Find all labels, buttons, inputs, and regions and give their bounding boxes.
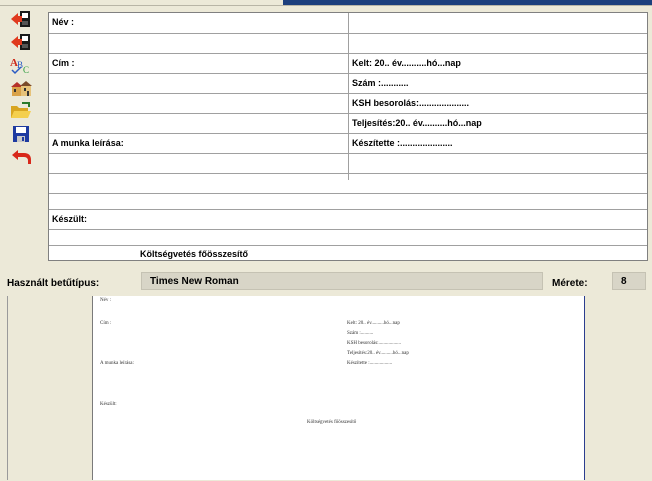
open-folder-icon: [11, 102, 31, 118]
keszult-label: Készült:: [52, 214, 88, 224]
munka-leirasa-label: A munka leírása:: [52, 138, 124, 148]
font-size-field[interactable]: 8: [612, 272, 646, 290]
save-button[interactable]: [6, 123, 36, 145]
form-row-keszult: Készült:: [49, 210, 647, 230]
szam-field[interactable]: Szám :...........: [349, 74, 409, 93]
preview-keszitette: Készítette :..................: [347, 361, 393, 366]
spellcheck-button[interactable]: A B C: [6, 54, 36, 76]
keszitette-field[interactable]: Készítette :.....................: [349, 134, 453, 153]
column-divider: [348, 13, 349, 180]
preview-page: Név : Cím : Kelt: 20.. év..........hó...…: [92, 296, 585, 480]
spellcheck-icon: A B C: [10, 57, 29, 75]
footer-title: Költségvetés főösszesítő: [140, 249, 249, 259]
undo-icon: [12, 150, 31, 164]
buildings-button[interactable]: [6, 77, 36, 99]
svg-text:C: C: [23, 65, 29, 75]
export-icon: [11, 11, 30, 27]
form-row-title: Költségvetés főösszesítő: [49, 246, 647, 262]
form-row-blank-5[interactable]: [49, 230, 647, 246]
preview-munka: A munka leírása:: [100, 361, 134, 366]
nev-label: Név :: [52, 17, 75, 27]
preview-cim: Cím :: [100, 321, 112, 326]
cim-label: Cím :: [52, 58, 75, 68]
kelt-field[interactable]: Kelt: 20.. év..........hó...nap: [349, 54, 461, 73]
print-preview: Név : Cím : Kelt: 20.. év..........hó...…: [7, 296, 611, 480]
preview-keszult: Készült:: [100, 402, 117, 407]
preview-teljesites: Teljesítés:20.. év..........hó...nap: [347, 351, 409, 356]
import-button[interactable]: [6, 31, 36, 53]
left-toolbar: A B C: [6, 8, 38, 169]
font-settings-bar: Használt betűtípus: Times New Roman Mére…: [0, 270, 652, 298]
buildings-icon: [11, 81, 32, 96]
font-size-label: Mérete:: [552, 278, 588, 289]
header-form: Név : Cím : Kelt: 20.. év..........hó...…: [48, 12, 648, 261]
export-button[interactable]: [6, 8, 36, 30]
preview-title: Költségvetés főösszesítő: [307, 420, 357, 425]
open-folder-button[interactable]: [6, 100, 36, 122]
ksh-field[interactable]: KSH besorolás:....................: [349, 94, 469, 113]
form-row-blank-4[interactable]: [49, 194, 647, 210]
preview-nev: Név :: [100, 298, 111, 303]
preview-ksh: KSH besorolás:..................: [347, 341, 402, 346]
import-icon: [11, 34, 30, 50]
undo-button[interactable]: [6, 146, 36, 168]
preview-kelt: Kelt: 20.. év..........hó...nap: [347, 321, 400, 326]
font-family-field[interactable]: Times New Roman: [141, 272, 543, 290]
preview-szam: Szám :..........: [347, 331, 374, 336]
save-icon: [13, 126, 29, 142]
teljesites-field[interactable]: Teljesítés:20.. év..........hó...nap: [349, 114, 482, 133]
font-type-label: Használt betűtípus:: [7, 278, 100, 289]
